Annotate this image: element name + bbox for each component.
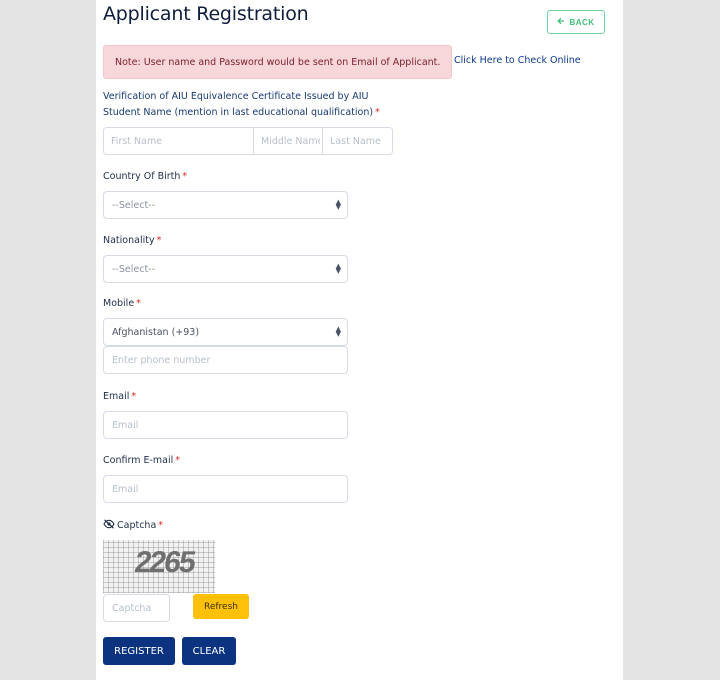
arrow-left-icon (557, 17, 565, 27)
country-of-birth-label: Country Of Birth * (103, 171, 188, 182)
note-text: Note: User name and Password would be se… (115, 56, 441, 68)
back-button[interactable]: BACK (547, 10, 605, 34)
confirm-email-label: Confirm E-mail * (103, 455, 180, 466)
captcha-text: 2265 (132, 546, 197, 579)
required-marker: * (131, 391, 137, 402)
country-of-birth-select[interactable]: --Select-- ▲ ▼ (103, 191, 348, 219)
back-label: BACK (569, 17, 595, 27)
sort-arrows-icon: ▲ ▼ (335, 262, 341, 275)
sort-arrows-icon: ▲ ▼ (335, 325, 341, 338)
nationality-select[interactable]: --Select-- ▲ ▼ (103, 255, 348, 283)
last-name-input[interactable] (322, 128, 392, 154)
eye-slash-icon[interactable] (103, 519, 115, 532)
required-marker: * (158, 520, 164, 531)
student-name-group (103, 127, 393, 155)
phone-number-input[interactable] (103, 346, 348, 374)
student-name-label: Student Name (mention in last educationa… (103, 107, 380, 118)
required-marker: * (156, 235, 162, 246)
page-title: Applicant Registration (103, 3, 309, 25)
required-marker: * (136, 298, 141, 309)
confirm-email-input[interactable] (103, 475, 348, 503)
nationality-label: Nationality * (103, 235, 162, 246)
captcha-image: 2265 (103, 540, 215, 593)
verification-heading: Verification of AIU Equivalence Certific… (103, 91, 369, 102)
country-code-select[interactable]: Afghanistan (+93) ▲ ▼ (103, 318, 348, 346)
refresh-captcha-button[interactable]: Refresh (193, 594, 249, 619)
middle-name-input[interactable] (253, 128, 322, 154)
first-name-input[interactable] (104, 128, 253, 154)
registration-card: Applicant Registration BACK Note: User n… (96, 0, 623, 680)
register-button[interactable]: REGISTER (103, 637, 175, 665)
note-alert: Note: User name and Password would be se… (103, 45, 452, 79)
email-label: Email * (103, 391, 137, 402)
mobile-label: Mobile * (103, 298, 141, 309)
check-online-link[interactable]: Click Here to Check Online (454, 55, 581, 66)
captcha-input[interactable] (103, 594, 170, 622)
required-marker: * (182, 171, 188, 182)
required-marker: * (375, 107, 380, 118)
clear-button[interactable]: CLEAR (182, 637, 236, 665)
email-input[interactable] (103, 411, 348, 439)
captcha-label: Captcha * (103, 519, 163, 532)
required-marker: * (175, 455, 180, 466)
sort-arrows-icon: ▲ ▼ (335, 198, 341, 211)
